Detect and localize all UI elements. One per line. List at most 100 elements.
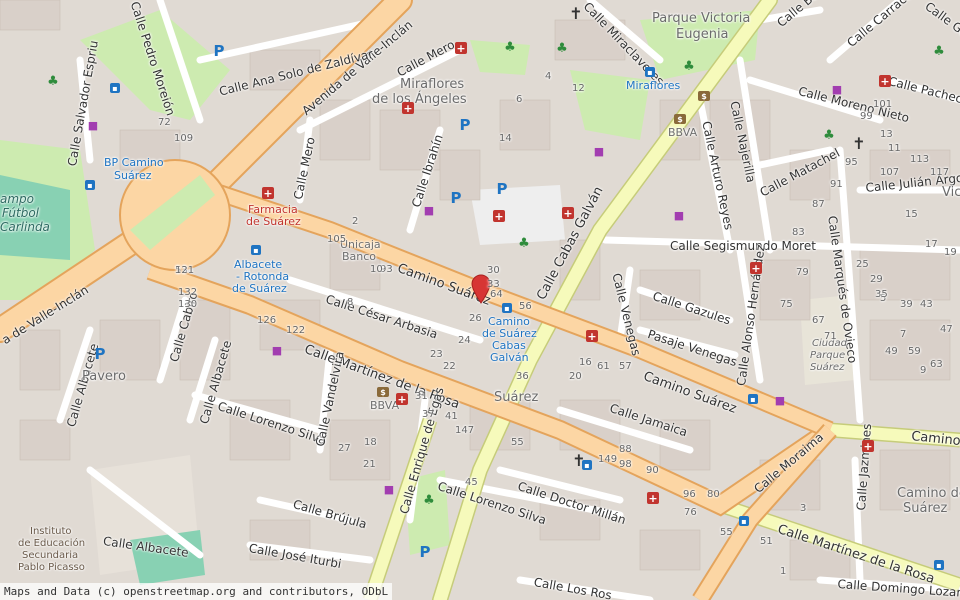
house-number: 113 <box>910 154 930 165</box>
house-number: 57 <box>619 361 632 372</box>
house-number: 72 <box>158 117 171 128</box>
house-number: 7 <box>900 329 907 340</box>
house-number: 130 <box>178 299 198 310</box>
house-number: 39 <box>900 299 913 310</box>
house-number: 64 <box>490 289 503 300</box>
poi-label-miraflores-stop: Miraflores <box>626 79 681 92</box>
bus-stop-icon[interactable]: ▪ <box>251 245 261 255</box>
pharmacy-icon[interactable]: + <box>455 42 467 55</box>
house-number: 4 <box>545 71 552 82</box>
house-number: 75 <box>780 299 793 310</box>
parking-icon[interactable]: P <box>449 189 463 207</box>
house-number: 29 <box>870 274 883 285</box>
bus-stop-icon[interactable]: ▪ <box>934 560 944 570</box>
pharmacy-icon[interactable]: + <box>879 75 891 88</box>
pharmacy-icon[interactable]: + <box>493 210 505 223</box>
bus-stop-icon[interactable]: ▪ <box>110 83 120 93</box>
place-label-miraflores-2: de los Ángeles <box>372 92 467 107</box>
house-number: 56 <box>519 301 532 312</box>
pharmacy-icon[interactable]: + <box>402 102 414 115</box>
bank-icon[interactable]: $ <box>698 91 710 101</box>
house-number: 80 <box>707 489 720 500</box>
house-number: 147 <box>455 425 475 436</box>
poi-label-campo-futbol-2: Fútbol <box>2 206 40 220</box>
place-label-vic: Vic <box>942 185 960 200</box>
house-number: 2 <box>352 216 359 227</box>
house-number: 47 <box>940 324 953 335</box>
pharmacy-icon[interactable]: + <box>750 262 762 275</box>
parking-icon[interactable]: P <box>212 42 226 60</box>
church-icon[interactable]: ✝ <box>569 4 583 23</box>
shop-icon: ■ <box>831 82 843 96</box>
house-number: 88 <box>619 444 632 455</box>
poi-label-bbva-top: BBVA <box>668 126 698 139</box>
pharmacy-icon[interactable]: + <box>396 393 408 406</box>
poi-label-instituto-1: Instituto <box>30 526 72 537</box>
shop-icon: ■ <box>271 343 283 357</box>
tree-icon: ♣ <box>823 127 835 143</box>
place-label-miraflores-1: Miraflores <box>400 77 465 92</box>
house-number: 9 <box>920 365 927 376</box>
house-number: 37 <box>422 409 435 420</box>
parking-icon[interactable]: P <box>418 543 432 561</box>
house-number: 6 <box>516 94 523 105</box>
house-number: 26 <box>469 313 482 324</box>
house-number: 55 <box>720 527 733 538</box>
house-number: 31 <box>415 391 428 402</box>
poi-label-bbva-bottom: BBVA <box>370 399 400 412</box>
bank-icon[interactable]: $ <box>674 114 686 124</box>
house-number: 90 <box>646 465 659 476</box>
house-number: 107 <box>880 167 900 178</box>
house-number: 91 <box>830 179 843 190</box>
house-number: 51 <box>760 536 773 547</box>
house-number: 61 <box>597 361 610 372</box>
house-number: 49 <box>885 346 898 357</box>
house-number: 83 <box>792 227 805 238</box>
shop-icon: ■ <box>87 118 99 132</box>
house-number: 132 <box>178 287 198 298</box>
bus-stop-icon[interactable]: ▪ <box>502 303 512 313</box>
bus-stop-icon[interactable]: ▪ <box>645 67 655 77</box>
bus-stop-icon[interactable]: ▪ <box>748 394 758 404</box>
house-number: 12 <box>572 83 585 94</box>
poi-label-instituto-4: Pablo Picasso <box>18 562 85 573</box>
pharmacy-icon[interactable]: + <box>647 492 659 505</box>
bank-icon[interactable]: $ <box>377 387 389 397</box>
place-label-camino-de-suarez-2: Suárez <box>903 501 948 516</box>
house-number: 23 <box>430 349 443 360</box>
tree-icon: ♣ <box>47 73 59 89</box>
parking-icon[interactable]: P <box>93 345 107 363</box>
house-number: 22 <box>443 361 456 372</box>
street-label-segismundo-moret: Calle Segismundo Moret <box>670 239 816 253</box>
parking-icon[interactable]: P <box>495 180 509 198</box>
tree-icon: ♣ <box>556 40 568 56</box>
poi-label-unicaja-1: Unicaja <box>340 238 381 251</box>
pharmacy-icon[interactable]: + <box>262 187 274 200</box>
poi-label-farmacia-1: Farmacia <box>248 203 298 216</box>
church-icon[interactable]: ✝ <box>572 451 586 470</box>
house-number: 8 <box>347 297 354 308</box>
house-number: 71 <box>824 331 837 342</box>
osm-link[interactable]: openstreetmap.org <box>123 585 236 598</box>
church-icon[interactable]: ✝ <box>852 134 866 153</box>
poi-label-instituto-3: Secundaria <box>22 550 79 561</box>
house-number: 126 <box>257 315 277 326</box>
bus-stop-icon[interactable]: ▪ <box>739 516 749 526</box>
pharmacy-icon[interactable]: + <box>862 440 874 453</box>
house-number: 99 <box>860 111 873 122</box>
map-view[interactable]: Avenida de Valle-Inclán a de Valle-Inclá… <box>0 0 960 600</box>
house-number: 55 <box>511 437 524 448</box>
bus-stop-icon[interactable]: ▪ <box>85 180 95 190</box>
poi-label-unicaja-2: Banco <box>342 250 377 263</box>
house-number: 59 <box>908 346 921 357</box>
poi-label-albacete-stop-2: - Rotonda <box>236 270 290 283</box>
poi-label-camino-stop-1: Camino <box>488 315 530 328</box>
house-number: 117 <box>930 167 950 178</box>
pharmacy-icon[interactable]: + <box>586 330 598 343</box>
poi-label-campo-futbol-3: Carlinda <box>0 220 50 234</box>
parking-icon[interactable]: P <box>458 116 472 134</box>
house-number: 24 <box>458 335 471 346</box>
shop-icon: ■ <box>383 482 395 496</box>
pharmacy-icon[interactable]: + <box>562 207 574 220</box>
green-area-4 <box>470 40 530 75</box>
